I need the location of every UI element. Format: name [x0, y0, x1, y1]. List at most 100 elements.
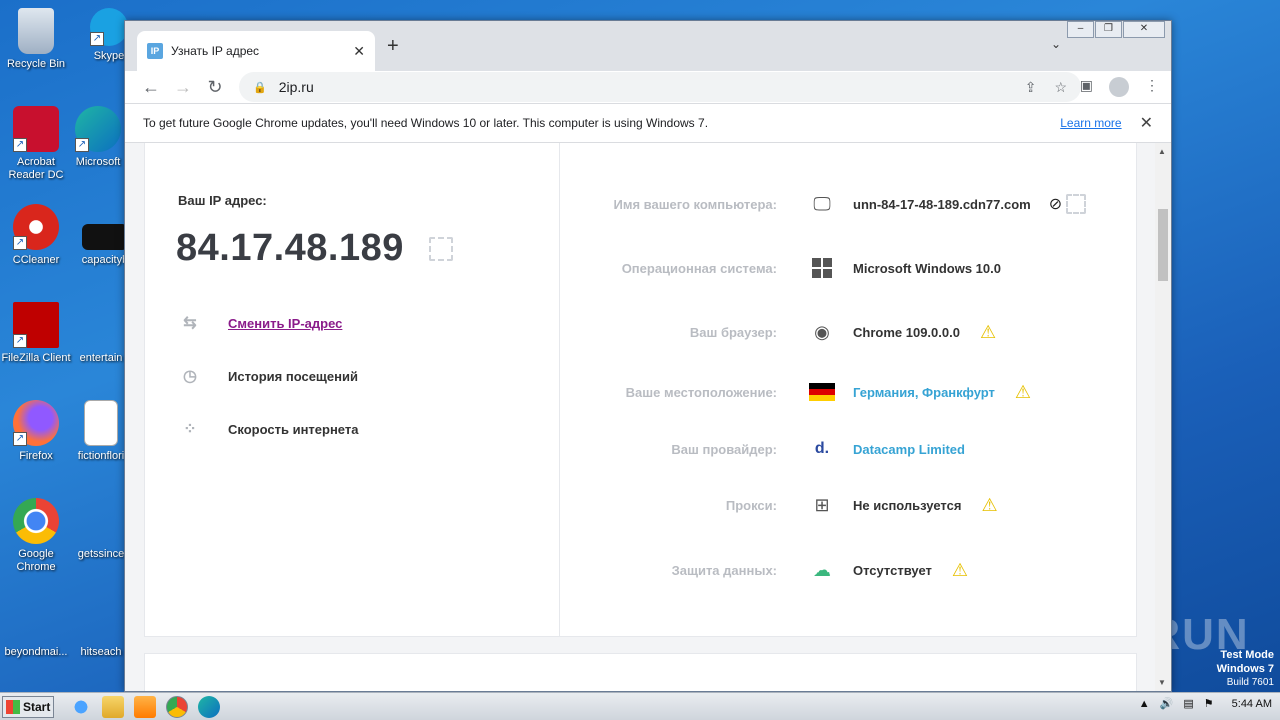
site-favicon: IP — [147, 43, 163, 59]
explorer-taskbar-icon[interactable] — [102, 695, 124, 718]
desktop-icon-acrobat[interactable]: ↗ Acrobat Reader DC — [1, 106, 71, 182]
word-document-icon — [84, 400, 118, 446]
recycle-bin-icon — [18, 8, 54, 54]
url-text[interactable]: 2ip.ru — [279, 79, 1007, 95]
volume-icon[interactable]: 🔊 — [1160, 697, 1174, 710]
reload-button[interactable]: ↻ — [199, 77, 231, 98]
blank-file-icon — [13, 596, 59, 642]
blank-file-icon — [78, 596, 124, 642]
windows-icon — [809, 258, 835, 278]
desktop-icon-filezilla[interactable]: ↗ FileZilla Client — [1, 302, 71, 365]
media-player-taskbar-icon[interactable] — [134, 695, 156, 718]
blank-file-icon — [78, 302, 124, 348]
profile-avatar[interactable] — [1109, 77, 1129, 97]
chrome-window: IP Узнать IP адрес ✕ + ⌄ – ❐ ✕ ← → ↻ 🔒 2… — [124, 20, 1172, 692]
warning-icon[interactable]: ⚠ — [980, 322, 996, 343]
maximize-button[interactable]: ❐ — [1095, 21, 1122, 38]
desktop-icon-beyondmai[interactable]: beyondmai... — [1, 596, 71, 659]
proxy-icon: ⊞ — [814, 494, 830, 515]
desktop-icon-ccleaner[interactable]: ↗ CCleaner — [1, 204, 71, 267]
toolbar-actions: ▣ ⋮ — [1080, 77, 1159, 97]
skype-icon: ↗ — [90, 8, 128, 46]
close-window-button[interactable]: ✕ — [1123, 21, 1165, 38]
side-panel-icon[interactable]: ▣ — [1080, 77, 1093, 97]
desktop-icon-firefox[interactable]: ↗ Firefox — [1, 400, 71, 463]
window-controls: – ❐ ✕ — [1066, 21, 1165, 38]
copy-ip-icon[interactable] — [429, 237, 453, 261]
info-row-proxy: Прокси: ⊞ Не используется ⚠ — [725, 494, 998, 516]
address-bar[interactable]: 🔒 2ip.ru ⇪ ☆ — [239, 72, 1081, 102]
back-button[interactable]: ← — [135, 77, 167, 98]
info-row-browser: Ваш браузер: ◉ Chrome 109.0.0.0 ⚠ — [689, 321, 997, 343]
tab-title: Узнать IP адрес — [171, 44, 260, 58]
page-scrollbar[interactable]: ▲ ▼ — [1155, 143, 1171, 691]
taskbar: Start ▲ 🔊 ▤ ⚑ 5:44 AM — [0, 692, 1280, 720]
minimize-button[interactable]: – — [1067, 21, 1094, 38]
hide-eye-icon[interactable]: ⊘ — [1049, 194, 1062, 214]
tab-search-chevron-icon[interactable]: ⌄ — [1051, 37, 1061, 51]
network-icon[interactable]: ▤ — [1183, 697, 1193, 710]
scroll-down-arrow-icon[interactable]: ▼ — [1158, 678, 1166, 687]
tab-close-icon[interactable]: ✕ — [353, 43, 365, 60]
chrome-icon — [13, 498, 59, 544]
ip-value[interactable]: 84.17.48.189 — [176, 227, 404, 270]
monitor-icon: 🖵 — [813, 193, 831, 214]
change-ip-link[interactable]: ⇆ Сменить IP-адрес — [178, 313, 342, 333]
infobar-close-icon[interactable]: ✕ — [1140, 113, 1153, 133]
test-mode-notice: Test Mode Windows 7 Build 7601 — [1216, 649, 1274, 688]
ip-label: Ваш IP адрес: — [178, 193, 267, 208]
warning-icon[interactable]: ⚠ — [1015, 382, 1031, 403]
update-infobar: To get future Google Chrome updates, you… — [125, 103, 1171, 143]
learn-more-link[interactable]: Learn more — [1060, 116, 1121, 130]
share-icon[interactable]: ⇪ — [1025, 79, 1037, 96]
firefox-icon: ↗ — [13, 400, 59, 446]
warning-icon[interactable]: ⚠ — [981, 495, 997, 516]
bookmark-star-icon[interactable]: ☆ — [1054, 79, 1067, 96]
browser-toolbar: ← → ↻ 🔒 2ip.ru ⇪ ☆ ▣ ⋮ — [125, 71, 1171, 103]
clock[interactable]: 5:44 AM — [1232, 698, 1272, 710]
history-icon: ◷ — [183, 368, 197, 385]
warning-icon[interactable]: ⚠ — [952, 560, 968, 581]
germany-flag-icon — [809, 383, 835, 401]
start-button[interactable]: Start — [2, 695, 54, 718]
ccleaner-icon: ↗ — [13, 204, 59, 250]
speed-test-link[interactable]: ⁘ Скорость интернета — [178, 419, 358, 439]
desktop-icon-edge[interactable]: ↗ Microsoft — [63, 106, 133, 169]
tab-strip: IP Узнать IP адрес ✕ + ⌄ – ❐ ✕ — [125, 21, 1171, 71]
windows-logo-icon — [6, 699, 20, 714]
infobar-message: To get future Google Chrome updates, you… — [143, 116, 709, 130]
tab-active[interactable]: IP Узнать IP адрес ✕ — [137, 31, 375, 71]
acrobat-icon: ↗ — [13, 106, 59, 152]
menu-kebab-icon[interactable]: ⋮ — [1145, 77, 1159, 97]
copy-hostname-icon[interactable] — [1066, 194, 1087, 214]
info-row-hostname: Имя вашего компьютера: 🖵 unn-84-17-48-18… — [559, 189, 1138, 219]
filezilla-icon: ↗ — [13, 302, 59, 348]
ie-taskbar-icon[interactable] — [70, 695, 92, 718]
provider-icon: d. — [814, 440, 830, 457]
flag-icon[interactable]: ⚑ — [1204, 697, 1214, 710]
scrollbar-thumb[interactable] — [1158, 209, 1168, 281]
ip-info-card: Ваш IP адрес: 84.17.48.189 ⇆ Сменить IP-… — [144, 143, 1137, 637]
info-row-os: Операционная система: Microsoft Windows … — [559, 253, 1138, 283]
info-row-data-protection: Защита данных: ☁ Отсутствует ⚠ — [671, 559, 969, 581]
lock-icon[interactable]: 🔒 — [253, 81, 267, 94]
forward-button[interactable]: → — [167, 77, 199, 98]
blank-file-icon — [78, 498, 124, 544]
edge-icon: ↗ — [75, 106, 121, 152]
desktop-icon-chrome[interactable]: Google Chrome — [1, 498, 71, 574]
file-icon — [82, 224, 128, 250]
edge-taskbar-icon[interactable] — [198, 695, 220, 718]
next-section-card — [144, 653, 1137, 691]
info-row-location: Ваше местоположение: Германия, Франкфурт… — [625, 381, 1032, 403]
swap-icon: ⇆ — [183, 315, 197, 332]
new-tab-button[interactable]: + — [387, 35, 399, 58]
chrome-icon: ◉ — [814, 321, 830, 342]
scroll-up-arrow-icon[interactable]: ▲ — [1158, 147, 1166, 156]
desktop-icon-recycle-bin[interactable]: Recycle Bin — [1, 8, 71, 71]
info-row-provider: Ваш провайдер: d. Datacamp Limited — [671, 440, 965, 457]
history-link[interactable]: ◷ История посещений — [178, 366, 358, 386]
system-tray: ▲ 🔊 ▤ ⚑ 5:44 AM — [1139, 697, 1272, 711]
chrome-taskbar-icon[interactable] — [166, 695, 188, 718]
page-viewport: Ваш IP адрес: 84.17.48.189 ⇆ Сменить IP-… — [125, 143, 1171, 691]
tray-expand-icon[interactable]: ▲ — [1139, 698, 1150, 710]
